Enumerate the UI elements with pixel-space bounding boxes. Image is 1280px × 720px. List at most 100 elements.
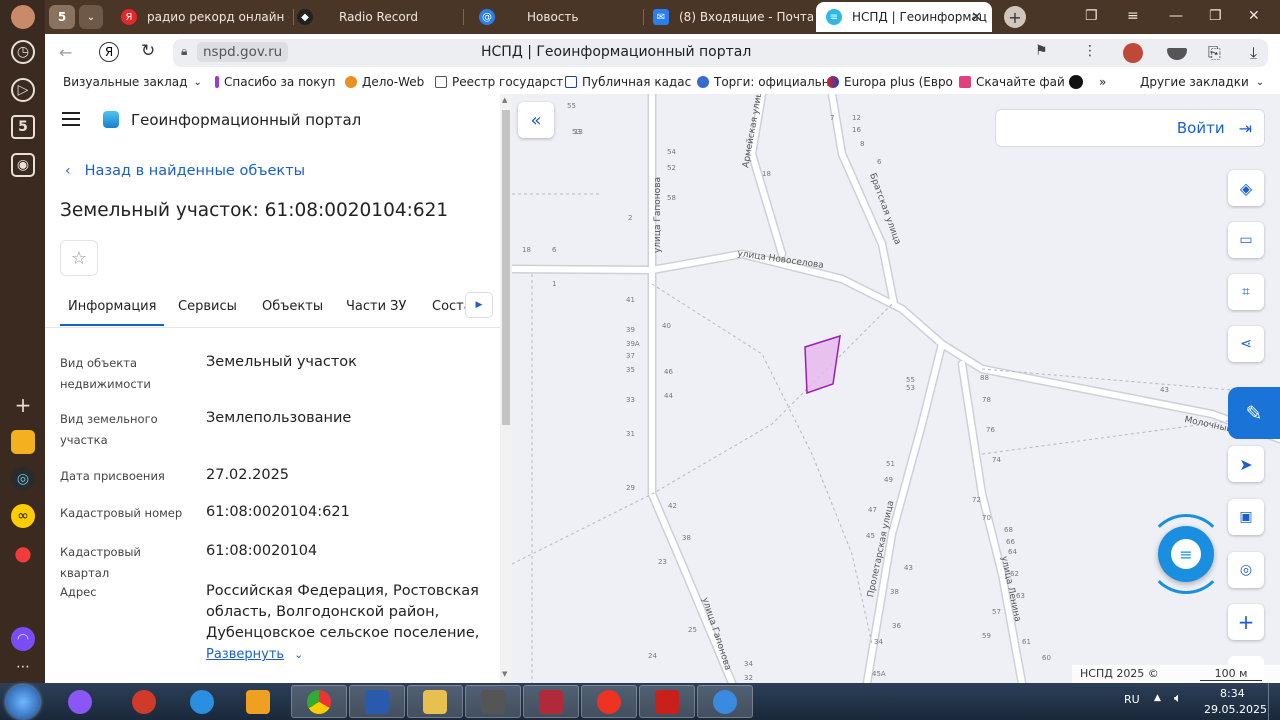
clock-date[interactable]: 29.05.2025 xyxy=(1204,703,1267,716)
show-desktop-button[interactable] xyxy=(1268,683,1280,720)
notes-app-icon[interactable] xyxy=(11,430,35,454)
tab-info[interactable]: Информация xyxy=(60,299,165,326)
profile-avatar[interactable] xyxy=(11,5,35,29)
bookmark-torgi[interactable]: Торги: официальн xyxy=(697,75,830,89)
bookmark-europa-plus[interactable]: Europa plus (Евро xyxy=(827,75,953,89)
yandex-music-icon[interactable]: ∞ xyxy=(11,504,35,528)
minimize-icon[interactable]: — xyxy=(1169,8,1183,24)
extension-icon-1[interactable] xyxy=(1123,43,1143,63)
tab-group-button[interactable]: 5 xyxy=(49,5,75,29)
area-select-button[interactable]: ⌗ xyxy=(1228,274,1264,310)
close-window-icon[interactable]: ✕ xyxy=(1248,8,1260,24)
tab-radio-record[interactable]: ◆ Radio Record xyxy=(287,2,457,32)
share-button[interactable]: ⋖ xyxy=(1228,326,1264,362)
alice-icon[interactable]: ◠ xyxy=(11,627,35,651)
page-menu-dots-icon[interactable]: ⋮ xyxy=(1083,43,1097,59)
extension-icon-3[interactable]: ⎘ xyxy=(1208,43,1221,63)
browser-menu-icon[interactable]: ≡ xyxy=(1127,8,1139,24)
feedback-widget-button[interactable]: ✎ xyxy=(1228,387,1280,439)
bookmark-registry[interactable]: Реестр государст xyxy=(435,75,563,89)
tab-list-chevron-icon[interactable]: ⌄ xyxy=(79,5,103,29)
bookmark-download[interactable]: Скачайте фай xyxy=(959,75,1065,89)
hamburger-menu-icon[interactable] xyxy=(62,112,80,126)
taskbar-scanner[interactable] xyxy=(465,685,521,718)
favorite-star-button[interactable]: ☆ xyxy=(60,240,98,276)
maximize-icon[interactable]: ❐ xyxy=(1209,8,1222,24)
bookmarks-more-button[interactable]: » xyxy=(1099,75,1106,89)
zoom-in-button[interactable]: + xyxy=(1228,604,1264,640)
screenshot-icon[interactable]: ◉ xyxy=(11,153,35,177)
login-button[interactable]: Войти ⇥ xyxy=(995,109,1265,147)
taskbar-ie[interactable] xyxy=(174,685,230,718)
lock-icon[interactable]: 🔒︎ xyxy=(181,44,187,59)
back-to-results-link[interactable]: ‹ Назад в найденные объекты xyxy=(65,163,305,179)
map-view[interactable]: улица Новоселова Братская улица улица Га… xyxy=(512,94,1280,683)
maps-pin-icon[interactable]: ● xyxy=(11,541,35,565)
back-arrow-icon[interactable]: ← xyxy=(59,43,72,62)
volume-icon[interactable]: 🔈︎ xyxy=(1174,691,1182,706)
taskbar-acrobat[interactable] xyxy=(639,685,695,718)
minimap-button[interactable]: ▣ xyxy=(1228,499,1264,535)
panel-scrollbar-thumb[interactable] xyxy=(502,110,510,425)
browser-side-rail: ◷ ▷ 5 ◉ + ◎ ∞ ● ◠ ⋯ xyxy=(0,0,45,683)
add-panel-icon[interactable]: + xyxy=(11,393,35,417)
house-number-label: 76 xyxy=(986,426,995,434)
taskbar-explorer[interactable] xyxy=(407,685,463,718)
clock-time[interactable]: 8:34 xyxy=(1220,687,1245,700)
taskbar-yandex[interactable] xyxy=(581,685,637,718)
location-search-button[interactable]: ◎ xyxy=(1228,552,1264,588)
downloads-icon[interactable]: ⤓ xyxy=(1250,43,1257,63)
start-button[interactable] xyxy=(6,685,40,719)
channel-5-icon[interactable]: 5 xyxy=(11,115,35,139)
taskbar-media[interactable] xyxy=(230,685,286,718)
layers-button[interactable]: ◈ xyxy=(1228,170,1264,206)
yandex-logo-icon[interactable]: Я xyxy=(99,42,119,62)
reload-icon[interactable]: ↻ xyxy=(141,41,155,61)
bookmark-black-circle-icon[interactable] xyxy=(1069,75,1088,89)
ruler-button[interactable]: ▭ xyxy=(1228,222,1264,258)
tab-news[interactable]: @ Новость xyxy=(469,2,641,32)
tab-parts[interactable]: Части ЗУ xyxy=(346,299,406,314)
expand-address-link[interactable]: Развернуть ⌄ xyxy=(206,647,303,662)
house-number-label: 47 xyxy=(868,506,877,514)
tab-services[interactable]: Сервисы xyxy=(178,299,237,314)
taskbar-chrome[interactable] xyxy=(291,685,347,718)
new-tab-button[interactable]: + xyxy=(1004,6,1026,28)
more-dots-icon[interactable]: ⋯ xyxy=(11,655,35,679)
chat-assistant-button[interactable]: ≡ xyxy=(1146,514,1226,594)
tab-objects[interactable]: Объекты xyxy=(262,299,323,314)
taskbar-ccleaner[interactable] xyxy=(116,685,172,718)
taskbar-app[interactable] xyxy=(697,685,753,718)
geolocate-button[interactable]: ➤ xyxy=(1228,446,1264,482)
tabs-scroll-right-button[interactable]: ▶ xyxy=(465,292,493,318)
close-tab-icon[interactable]: ✕ xyxy=(971,10,982,25)
ruler-icon: ▭ xyxy=(1239,232,1253,248)
history-icon[interactable]: ◷ xyxy=(11,40,35,64)
tab-nspd-active[interactable]: ≡ НСПД | Геоинформац ✕ xyxy=(816,2,992,32)
url-field[interactable]: 🔒︎ nspd.gov.ru НСПД | Геоинформационный … xyxy=(173,39,1268,67)
field-value-object-type: Земельный участок xyxy=(206,354,357,370)
house-number-label: 52 xyxy=(667,164,676,172)
house-number-label: 2 xyxy=(628,214,633,222)
bookmark-visual[interactable]: Визуальные заклад ⌄ xyxy=(63,75,202,89)
window-tabs-icon[interactable]: ❐ xyxy=(1085,8,1098,24)
bookmark-thanks[interactable]: Спасибо за покуп xyxy=(215,75,335,89)
bookmark-flag-icon[interactable]: ⚑ xyxy=(1035,43,1048,59)
url-domain-chip[interactable]: nspd.gov.ru xyxy=(197,42,289,62)
panel-scrollbar[interactable]: ▲ ▼ xyxy=(500,94,512,683)
language-indicator[interactable]: RU xyxy=(1124,693,1140,706)
taskbar-winrar[interactable] xyxy=(523,685,579,718)
house-number-label: 6 xyxy=(877,158,882,166)
kinopoisk-icon[interactable]: ◎ xyxy=(11,467,35,491)
bookmark-delo-web[interactable]: Дело-Web xyxy=(345,75,424,89)
collapse-panel-button[interactable]: « xyxy=(518,102,554,138)
taskbar-word[interactable] xyxy=(349,685,405,718)
media-play-icon[interactable]: ▷ xyxy=(11,78,35,102)
portal-title[interactable]: Геоинформационный портал xyxy=(131,111,361,129)
taskbar-alice[interactable] xyxy=(52,685,108,718)
tab-mail-inbox[interactable]: ✉(8) Входящие - Почта М xyxy=(643,2,813,32)
other-bookmarks[interactable]: Другие закладки ⌄ xyxy=(1140,75,1264,89)
tab-yandex[interactable]: Ярадио рекорд онлайн – xyxy=(111,2,289,32)
tray-expand-icon[interactable]: ▲ xyxy=(1154,693,1161,703)
bookmark-cadastral[interactable]: Публичная кадас xyxy=(565,75,691,89)
